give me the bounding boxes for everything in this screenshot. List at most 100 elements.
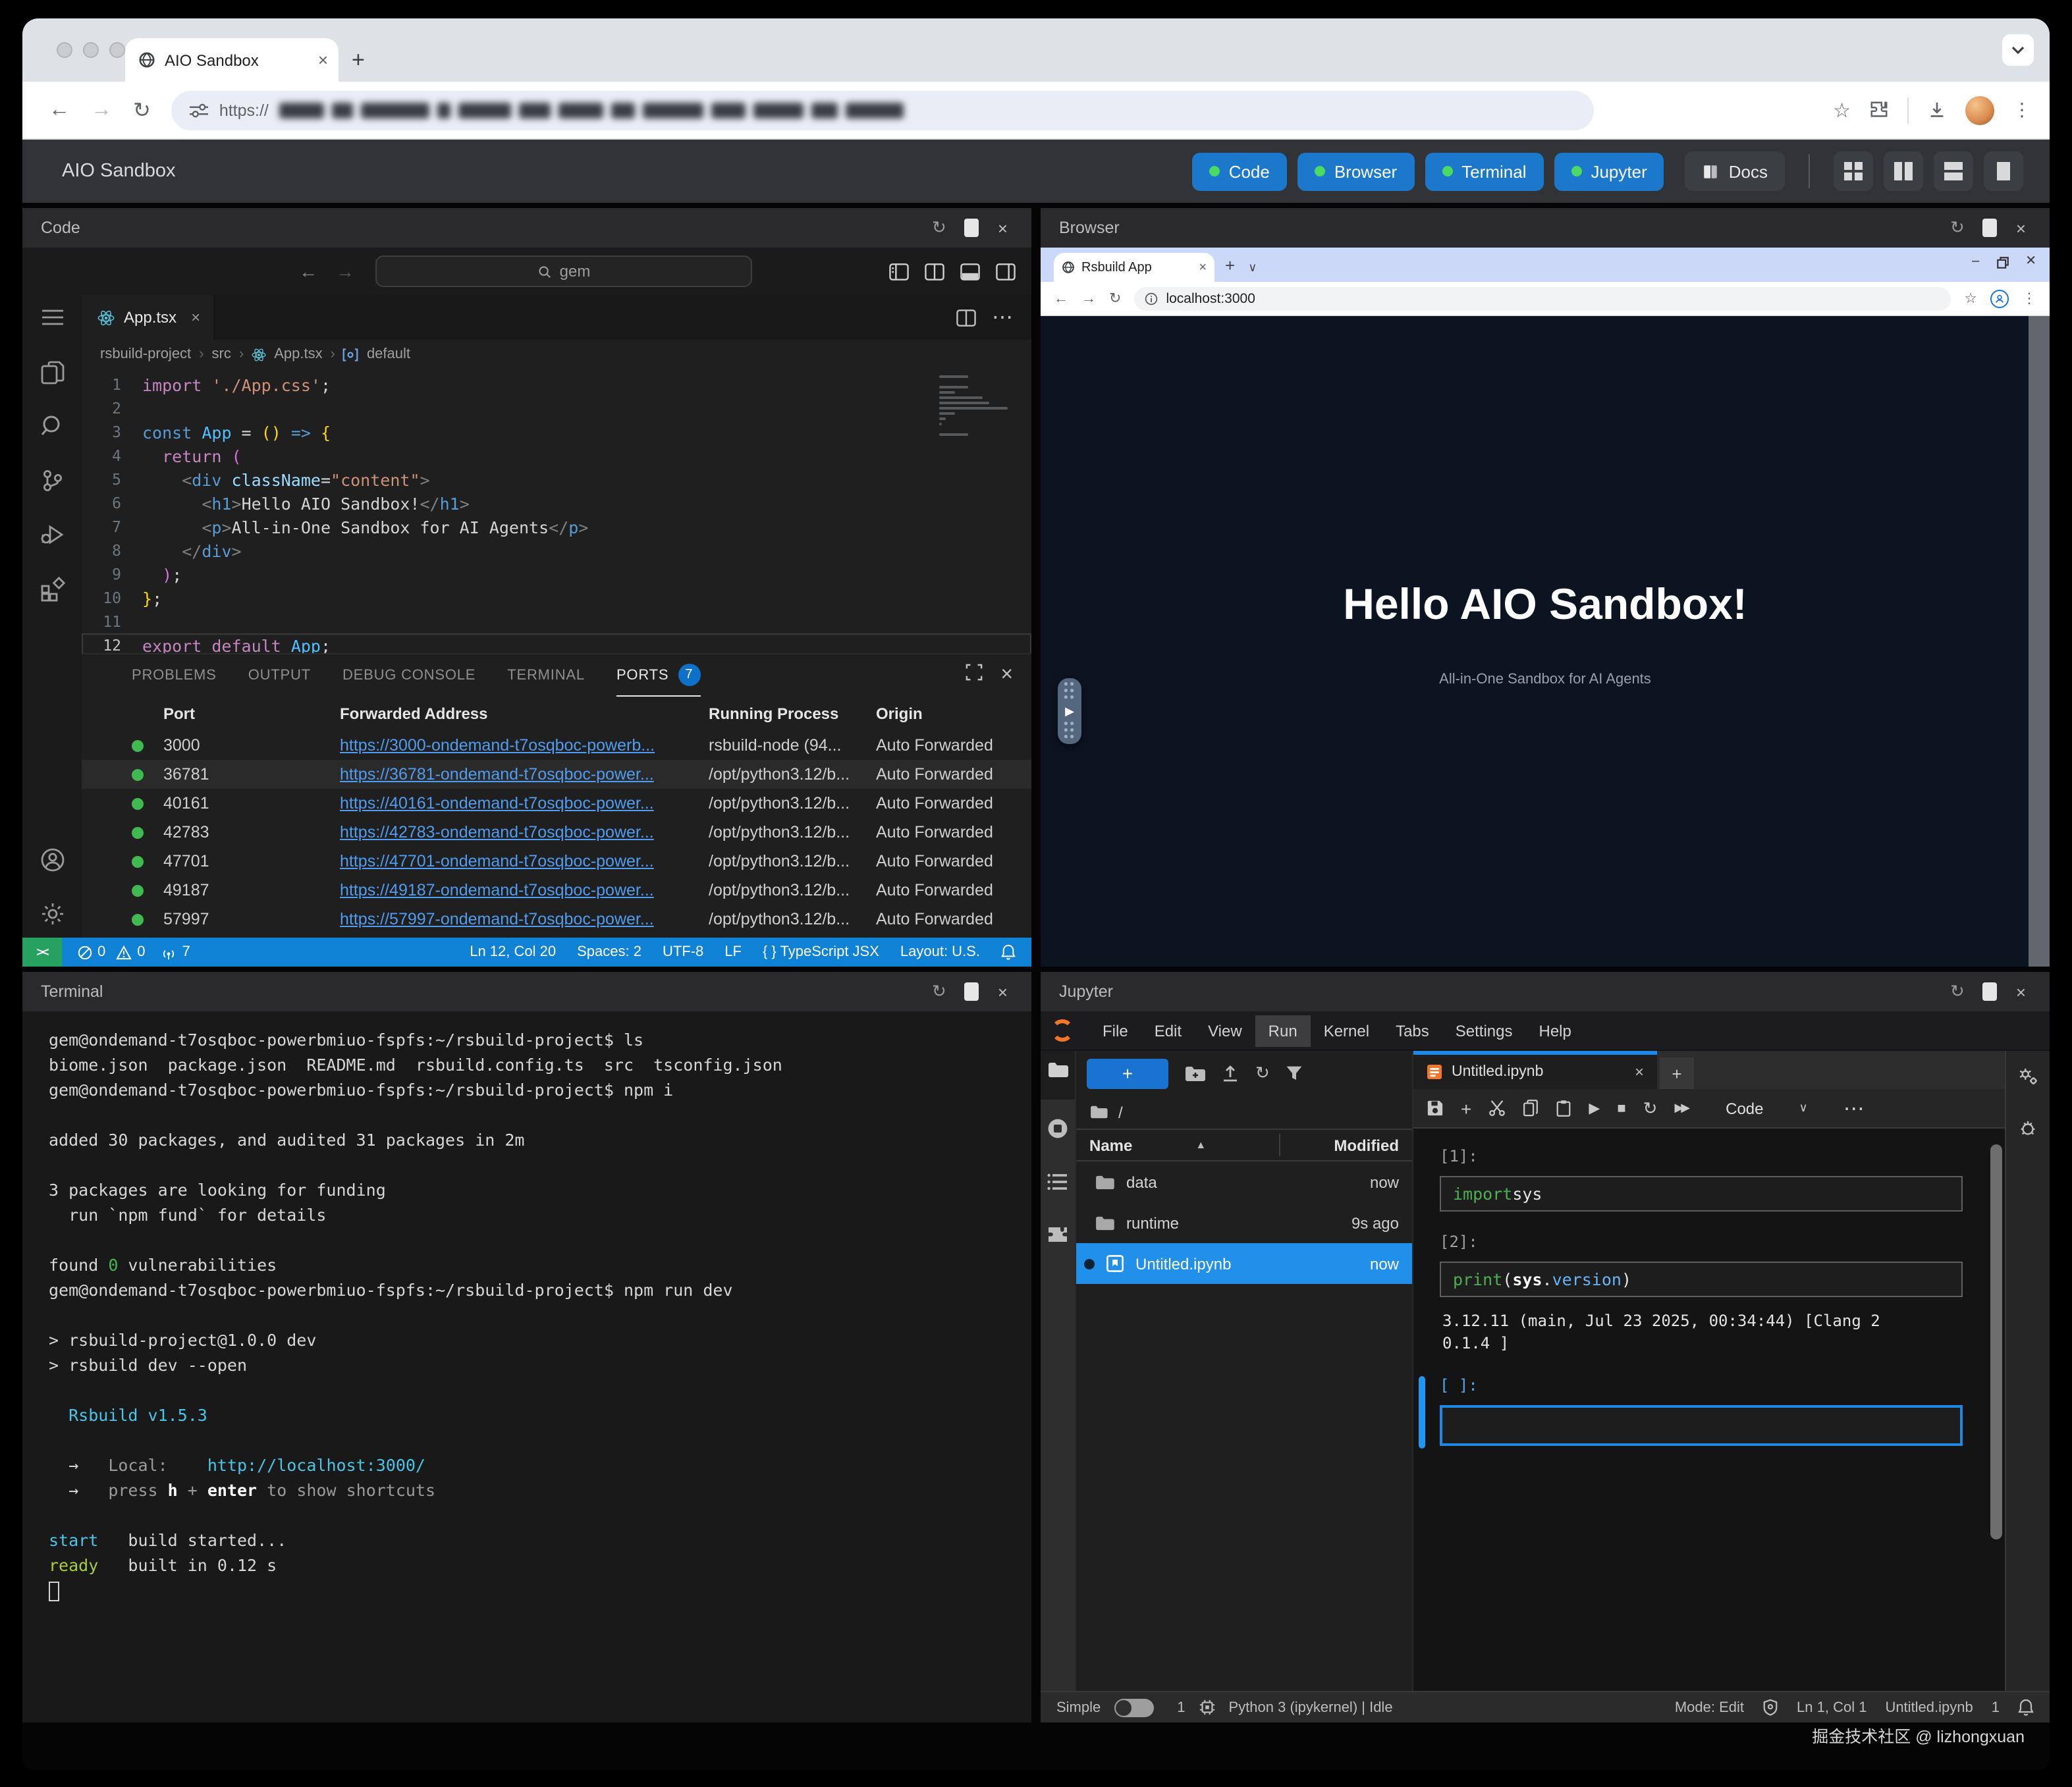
nav-button-terminal[interactable]: Terminal: [1425, 152, 1543, 190]
code-line[interactable]: 11: [82, 610, 1031, 633]
forward-icon[interactable]: →: [1081, 290, 1096, 306]
port-row[interactable]: 36781https://36781-ondemand-t7osqboc-pow…: [82, 760, 1031, 789]
menu-item-help[interactable]: Help: [1526, 1015, 1585, 1046]
forwarded-address-link[interactable]: https://42783-ondemand-t7osqboc-power...: [340, 823, 654, 841]
back-icon[interactable]: ←: [1054, 290, 1068, 306]
table-of-contents-icon[interactable]: [1047, 1173, 1068, 1190]
run-cell-icon[interactable]: ▶: [1589, 1100, 1600, 1117]
new-notebook-tab-button[interactable]: +: [1660, 1057, 1694, 1089]
docs-button[interactable]: Docs: [1685, 151, 1785, 191]
close-icon[interactable]: ×: [998, 982, 1008, 1001]
more-actions-icon[interactable]: ⋯: [1843, 1095, 1867, 1121]
forwarded-address-link[interactable]: https://40161-ondemand-t7osqboc-power...: [340, 794, 654, 813]
file-row-Untitled.ipynb[interactable]: Untitled.ipynbnow: [1076, 1243, 1412, 1284]
port-row[interactable]: 40161https://40161-ondemand-t7osqboc-pow…: [82, 789, 1031, 818]
layout-grid-button[interactable]: [1834, 151, 1873, 191]
upload-icon[interactable]: [1221, 1064, 1240, 1082]
panel-resize-handle[interactable]: ●●●●●● ▶ ●●●●●●: [1058, 678, 1081, 744]
settings-gear-icon[interactable]: [39, 901, 65, 927]
copy-cell-icon[interactable]: [1523, 1100, 1539, 1117]
port-row[interactable]: 3000https://3000-ondemand-t7osqboc-power…: [82, 731, 1031, 760]
cell-input[interactable]: print(sys.version): [1440, 1262, 1963, 1297]
close-icon[interactable]: ×: [2016, 218, 2026, 238]
save-icon[interactable]: [1427, 1100, 1444, 1117]
account-icon[interactable]: [39, 847, 65, 873]
code-line[interactable]: 12export default App;: [82, 633, 1031, 653]
maximize-icon[interactable]: [965, 219, 979, 237]
layout-columns-button[interactable]: [1884, 151, 1923, 191]
notebook-cell[interactable]: [ ]:: [1434, 1376, 1981, 1446]
reload-icon[interactable]: ↻: [133, 97, 151, 123]
code-line[interactable]: 5 <div className="content">: [82, 467, 1031, 491]
property-inspector-icon[interactable]: [2017, 1067, 2039, 1086]
bottom-tab-output[interactable]: OUTPUT: [248, 654, 311, 697]
active-file[interactable]: Untitled.ipynb: [1885, 1699, 1973, 1715]
stop-kernel-icon[interactable]: ■: [1617, 1100, 1625, 1116]
refresh-icon[interactable]: ↻: [1255, 1063, 1270, 1084]
problems-status[interactable]: 0 0: [78, 944, 146, 960]
refresh-icon[interactable]: ↻: [932, 981, 946, 1002]
split-editor-icon[interactable]: [956, 309, 976, 326]
maximize-panel-icon[interactable]: [965, 664, 982, 681]
forwarded-address-link[interactable]: https://49187-ondemand-t7osqboc-power...: [340, 881, 654, 899]
code-line[interactable]: 1import './App.css';: [82, 373, 1031, 396]
menu-item-run[interactable]: Run: [1255, 1015, 1311, 1046]
trust-shield-icon[interactable]: [1762, 1699, 1778, 1716]
language-mode[interactable]: { } TypeScript JSX: [763, 944, 879, 960]
close-window-button[interactable]: [57, 42, 72, 58]
nav-button-jupyter[interactable]: Jupyter: [1554, 152, 1664, 190]
bell-icon[interactable]: [1001, 944, 1016, 960]
notebook-cell[interactable]: [2]:print(sys.version)3.12.11 (main, Jul…: [1434, 1233, 1981, 1355]
refresh-icon[interactable]: ↻: [1950, 981, 1965, 1002]
cell-type-select[interactable]: Code: [1726, 1099, 1763, 1117]
cursor-position[interactable]: Ln 1, Col 1: [1797, 1699, 1867, 1715]
folder-icon[interactable]: [1089, 1105, 1108, 1119]
chevron-down-icon[interactable]: ∨: [1799, 1101, 1808, 1115]
kernel-chip-icon[interactable]: [1199, 1699, 1216, 1716]
maximize-icon[interactable]: [1983, 219, 1998, 237]
window-controls[interactable]: [57, 42, 125, 58]
bottom-tab-terminal[interactable]: TERMINAL: [507, 654, 585, 697]
forwarded-address-link[interactable]: https://3000-ondemand-t7osqboc-powerb...: [340, 736, 655, 755]
minimize-window-button[interactable]: [83, 42, 99, 58]
breadcrumb-project[interactable]: rsbuild-project: [100, 346, 191, 362]
path-root[interactable]: /: [1118, 1103, 1123, 1121]
explorer-icon[interactable]: [39, 360, 65, 386]
chevron-down-icon[interactable]: ∨: [1248, 261, 1257, 275]
maximize-icon[interactable]: [1983, 982, 1998, 1001]
code-editor[interactable]: 1import './App.css';23const App = () => …: [82, 369, 1031, 653]
scrollbar[interactable]: [2029, 316, 2050, 967]
forward-icon[interactable]: →: [91, 98, 112, 122]
notebook-cell[interactable]: [1]:import sys: [1434, 1147, 1981, 1212]
close-icon[interactable]: ×: [998, 218, 1008, 238]
file-row-runtime[interactable]: runtime9s ago: [1076, 1202, 1412, 1243]
file-browser-icon[interactable]: [1047, 1061, 1068, 1079]
back-icon[interactable]: ←: [49, 98, 70, 122]
code-line[interactable]: 8 </div>: [82, 539, 1031, 562]
breadcrumb-symbol[interactable]: default: [367, 346, 410, 362]
breadcrumb-file[interactable]: App.tsx: [274, 346, 322, 362]
cell-input[interactable]: import sys: [1440, 1176, 1963, 1212]
split-editor-icon[interactable]: [925, 263, 944, 280]
run-all-icon[interactable]: ▶▶: [1674, 1101, 1687, 1115]
menu-item-file[interactable]: File: [1089, 1015, 1141, 1046]
nav-button-browser[interactable]: Browser: [1297, 152, 1414, 190]
minimap[interactable]: [939, 375, 1013, 436]
close-tab-icon[interactable]: ×: [191, 308, 200, 327]
command-search-input[interactable]: gem: [375, 255, 752, 287]
extensions-puzzle-icon[interactable]: [1869, 100, 1889, 120]
new-tab-button[interactable]: +: [352, 49, 365, 71]
notebook-cells[interactable]: [1]:import sys [2]:print(sys.version)3.12…: [1413, 1129, 2005, 1691]
forwarded-address-link[interactable]: https://57997-ondemand-t7osqboc-power...: [340, 910, 654, 928]
forwarded-address-link[interactable]: https://47701-ondemand-t7osqboc-power...: [340, 852, 654, 870]
toggle-panel-icon[interactable]: [960, 263, 980, 280]
bottom-tab-problems[interactable]: PROBLEMS: [132, 654, 217, 697]
cursor-position[interactable]: Ln 12, Col 20: [470, 944, 556, 960]
bookmark-star-icon[interactable]: ☆: [1964, 290, 1977, 307]
browser-tab[interactable]: AIO Sandbox ×: [125, 38, 339, 82]
port-row[interactable]: 42783https://42783-ondemand-t7osqboc-pow…: [82, 818, 1031, 847]
new-launcher-button[interactable]: +: [1087, 1058, 1168, 1088]
embedded-browser-tab[interactable]: Rsbuild App ×: [1054, 253, 1214, 282]
more-actions-icon[interactable]: ⋯: [992, 304, 1016, 331]
filter-icon[interactable]: [1286, 1065, 1303, 1081]
